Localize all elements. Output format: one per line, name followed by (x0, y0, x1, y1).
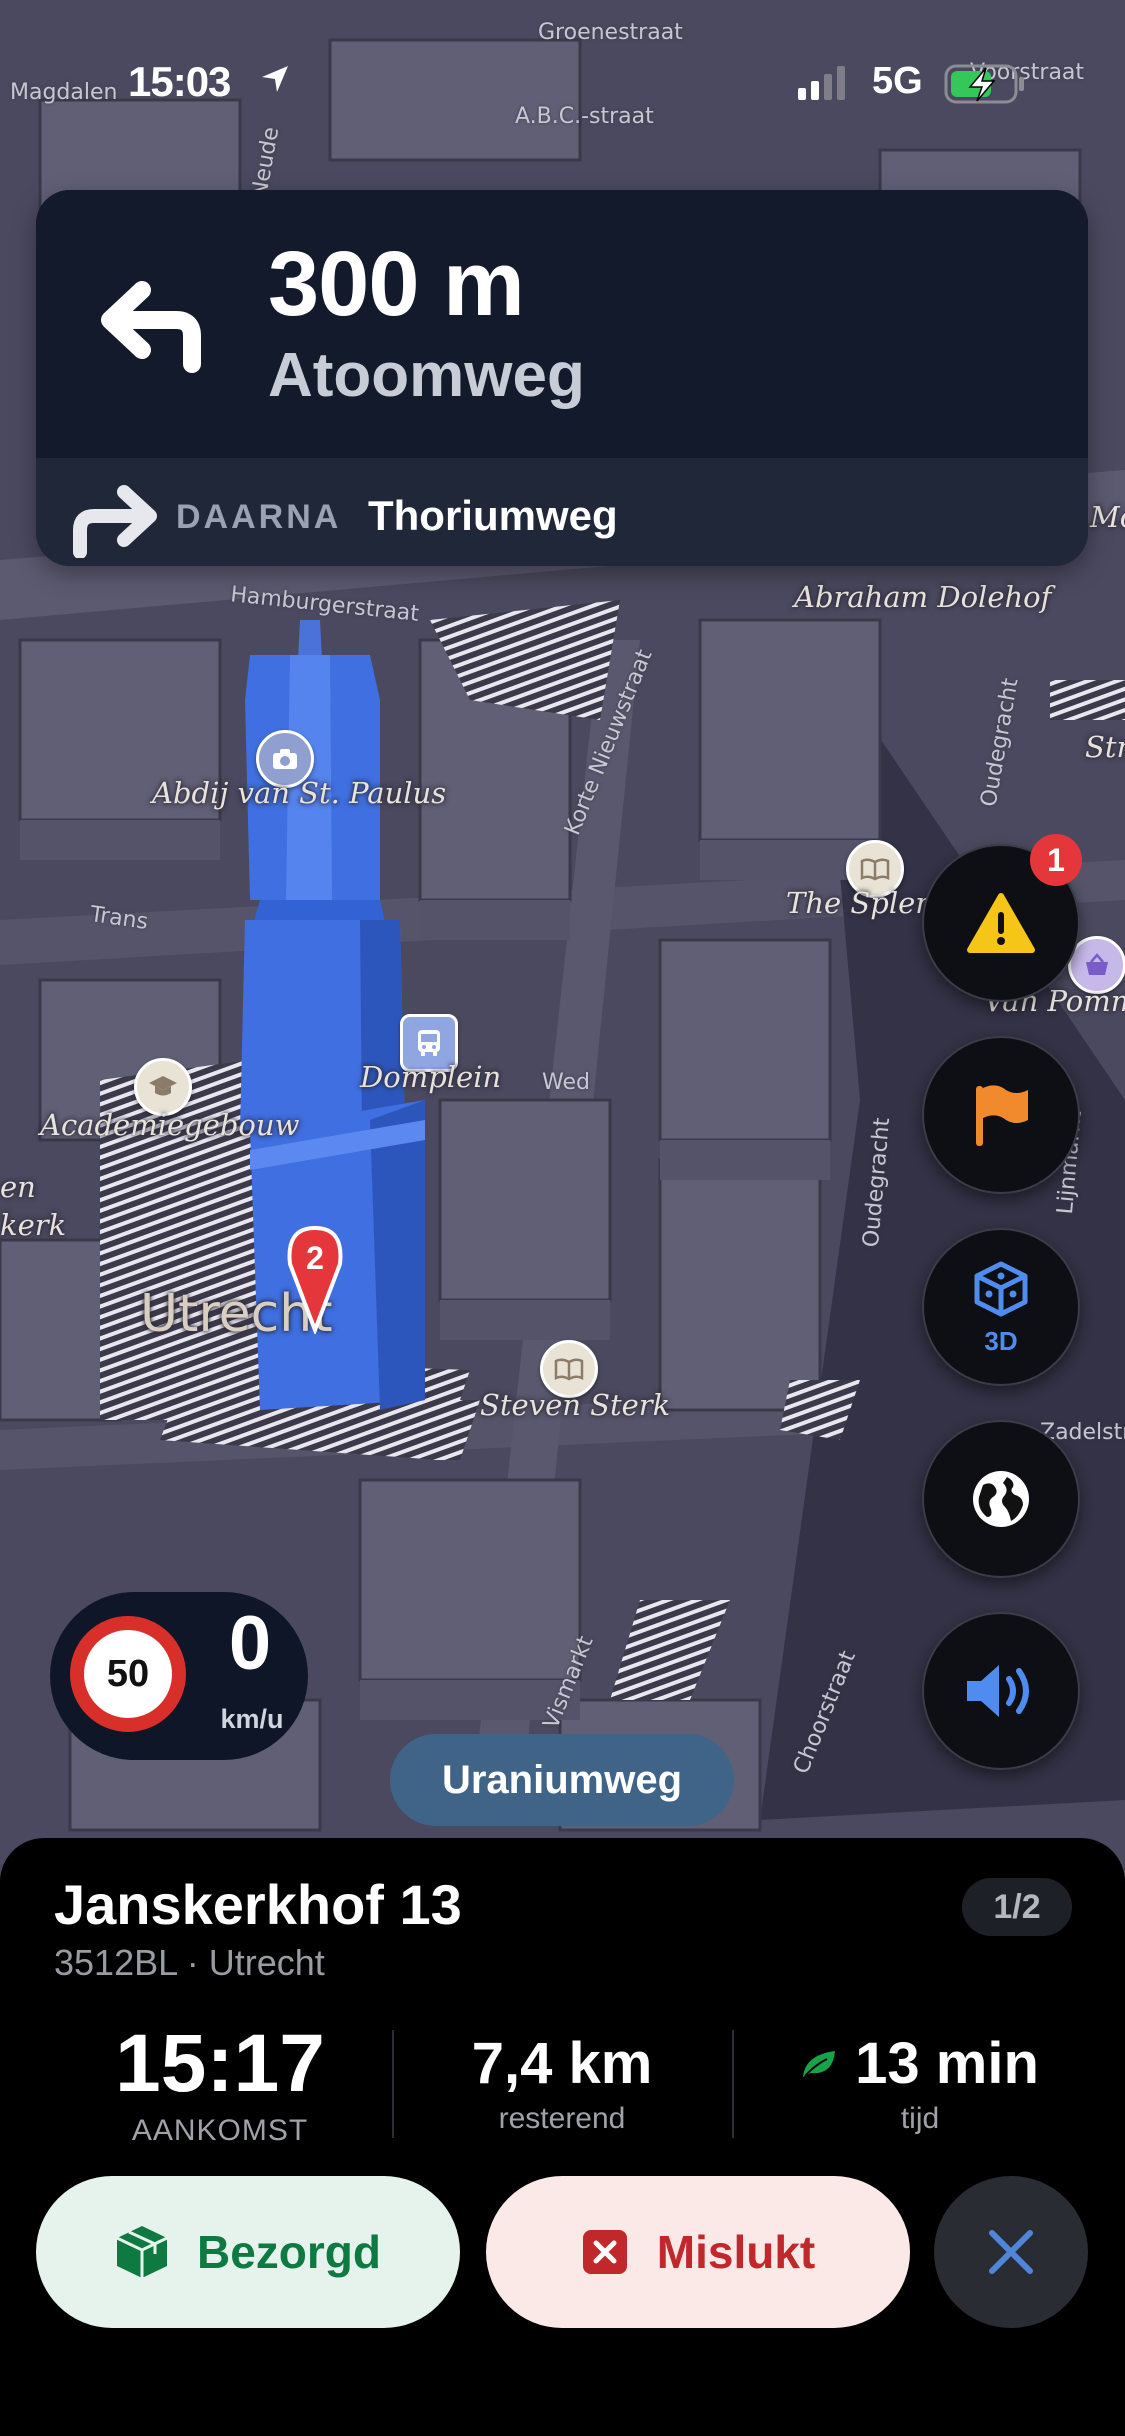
duration-value: 13 min (855, 2031, 1039, 2096)
map-edge-label-left-bottom: kerk (0, 1208, 67, 1242)
package-icon (115, 2224, 169, 2280)
close-icon (989, 2230, 1033, 2274)
navigation-instruction-card[interactable]: 300 m Atoomweg DAARNA Thoriumweg (36, 190, 1088, 566)
flag-icon (976, 1085, 1028, 1146)
street-label-wed: Wed (542, 1070, 590, 1095)
current-speed: 0 (228, 1601, 272, 1686)
arrival-label: AANKOMST (131, 2114, 309, 2147)
delivery-address: Janskerkhof 13 (54, 1873, 462, 1936)
signal-bars-icon (798, 66, 850, 105)
alerts-count-badge: 1 (1030, 834, 1082, 886)
turn-right-arrow-icon (64, 478, 164, 563)
globe-icon (973, 1471, 1029, 1527)
cube-3d-icon (974, 1261, 1028, 1317)
delivered-button[interactable]: Bezorgd (36, 2176, 460, 2328)
primary-instruction: 300 m Atoomweg (36, 190, 1088, 458)
failed-button[interactable]: Mislukt (486, 2176, 910, 2328)
globe-view-button[interactable] (922, 1420, 1080, 1578)
speaker-icon (967, 1665, 1029, 1717)
status-time: 15:03 (128, 58, 231, 105)
flag-button[interactable] (922, 1036, 1080, 1194)
report-hazard-button[interactable]: 1 (922, 834, 1082, 1002)
sound-toggle-button[interactable] (922, 1612, 1080, 1770)
maneuver-street: Atoomweg (268, 341, 585, 410)
duration-stat: 13 min tijd (760, 2030, 1080, 2136)
x-box-icon (581, 2228, 629, 2276)
close-button[interactable] (934, 2176, 1088, 2328)
poi-label-steven-sterk: Steven Sterk (480, 1388, 671, 1422)
stat-divider (732, 2030, 734, 2138)
poi-label-abdij: Abdij van St. Paulus (152, 776, 447, 810)
street-label-groenestraat: Groenestraat (538, 20, 683, 45)
map-edge-label-right-mo: Mo (1090, 500, 1125, 534)
route-stop-number: 2 (306, 1240, 324, 1276)
stop-pager[interactable]: 1/2 (962, 1878, 1072, 1936)
current-street-pill: Uraniumweg (390, 1734, 734, 1826)
poi-label-academiegebouw: Academiegebouw (40, 1108, 300, 1142)
toggle-3d-button[interactable]: 3D (922, 1228, 1080, 1386)
map-edge-label-right-str: Stri (1085, 730, 1125, 764)
leaf-icon (803, 2051, 836, 2077)
arrival-time: 15:17 (115, 2018, 325, 2109)
delivery-postal-city: 3512BL · Utrecht (54, 1942, 325, 1983)
duration-label: tijd (900, 2102, 940, 2135)
route-stop-marker[interactable]: 2 (286, 1224, 344, 1336)
remaining-label: resterend (498, 2102, 626, 2135)
delivered-label: Bezorgd (197, 2226, 381, 2278)
speed-indicator: 50 0 km/u (50, 1592, 308, 1760)
then-street: Thoriumweg (368, 492, 618, 539)
warning-triangle-icon (967, 893, 1035, 953)
status-bar: 15:03 5G (0, 52, 1125, 112)
remaining-stat: 7,4 km resterend (400, 2030, 724, 2136)
delivery-sheet: Janskerkhof 13 3512BL · Utrecht 1/2 15:1… (0, 1838, 1125, 2436)
then-label: DAARNA (176, 498, 342, 536)
poi-label-domplein: Domplein (360, 1060, 502, 1094)
location-arrow-icon (258, 62, 292, 101)
network-type: 5G (872, 60, 923, 102)
next-instruction: DAARNA Thoriumweg (36, 458, 1088, 566)
stat-divider (392, 2030, 394, 2138)
poi-label-abraham-dolehof: Abraham Dolehof (794, 580, 1052, 614)
battery-charging-icon (944, 64, 1026, 109)
speed-limit-sign: 50 (70, 1616, 186, 1732)
maneuver-distance: 300 m (268, 233, 525, 335)
map-edge-label-left-top: en (0, 1170, 36, 1204)
failed-label: Mislukt (656, 2226, 816, 2278)
speed-unit: km/u (220, 1704, 284, 1734)
turn-left-arrow-icon (96, 274, 206, 379)
toggle-3d-label: 3D (984, 1326, 1018, 1356)
arrival-stat: 15:17 AANKOMST (60, 2018, 380, 2148)
remaining-distance: 7,4 km (471, 2031, 653, 2096)
